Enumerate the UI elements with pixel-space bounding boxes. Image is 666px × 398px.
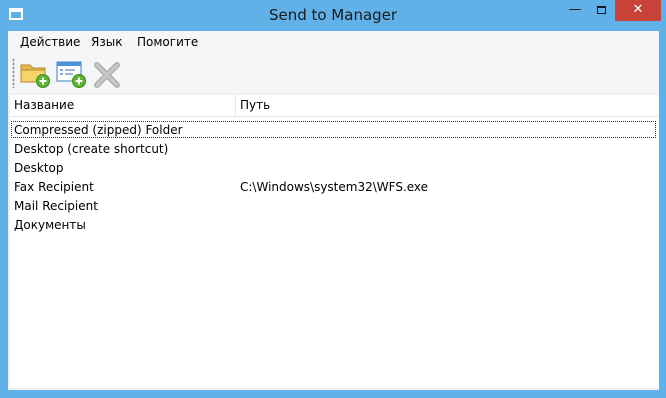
window-add-icon [56, 61, 86, 88]
folder-add-icon [20, 64, 50, 88]
minimize-button[interactable]: — [562, 0, 588, 21]
item-name: Desktop (create shortcut) [14, 142, 169, 156]
menu-help[interactable]: Помогите [137, 35, 198, 49]
list-item[interactable]: Desktop [10, 159, 659, 178]
list-header: Название Путь [10, 95, 659, 117]
title-bar[interactable]: Send to Manager — ✕ [0, 0, 666, 31]
sendto-list[interactable]: Название Путь Compressed (zipped) Folder… [10, 95, 659, 388]
item-name: Mail Recipient [14, 199, 98, 213]
list-item[interactable]: Документы [10, 216, 659, 235]
close-button[interactable]: ✕ [615, 0, 661, 21]
app-window: Send to Manager — ✕ Действие Язык Помоги… [0, 0, 666, 398]
add-folder-button[interactable] [18, 56, 52, 90]
client-area: Действие Язык Помогите Название Путь Com… [8, 31, 659, 390]
item-name: Документы [14, 218, 86, 232]
column-divider[interactable] [235, 95, 236, 116]
menu-bar: Действие Язык Помогите [8, 31, 659, 53]
list-item[interactable]: Compressed (zipped) Folder [10, 121, 659, 140]
toolbar [8, 53, 659, 93]
add-program-button[interactable] [54, 56, 88, 90]
column-header-name[interactable]: Название [14, 98, 74, 112]
list-item[interactable]: Fax Recipient C:\Windows\system32\WFS.ex… [10, 178, 659, 197]
item-name: Compressed (zipped) Folder [14, 123, 183, 137]
delete-x-icon [94, 62, 120, 88]
column-header-path[interactable]: Путь [240, 98, 270, 112]
menu-language[interactable]: Язык [91, 35, 122, 49]
delete-button[interactable] [90, 56, 124, 90]
menu-action[interactable]: Действие [20, 35, 80, 49]
list-item[interactable]: Desktop (create shortcut) [10, 140, 659, 159]
list-item[interactable]: Mail Recipient [10, 197, 659, 216]
item-name: Desktop [14, 161, 64, 175]
item-path: C:\Windows\system32\WFS.exe [240, 180, 429, 194]
maximize-icon [597, 6, 606, 14]
item-name: Fax Recipient [14, 180, 94, 194]
maximize-button[interactable] [588, 0, 615, 21]
toolbar-grip[interactable] [12, 58, 15, 88]
